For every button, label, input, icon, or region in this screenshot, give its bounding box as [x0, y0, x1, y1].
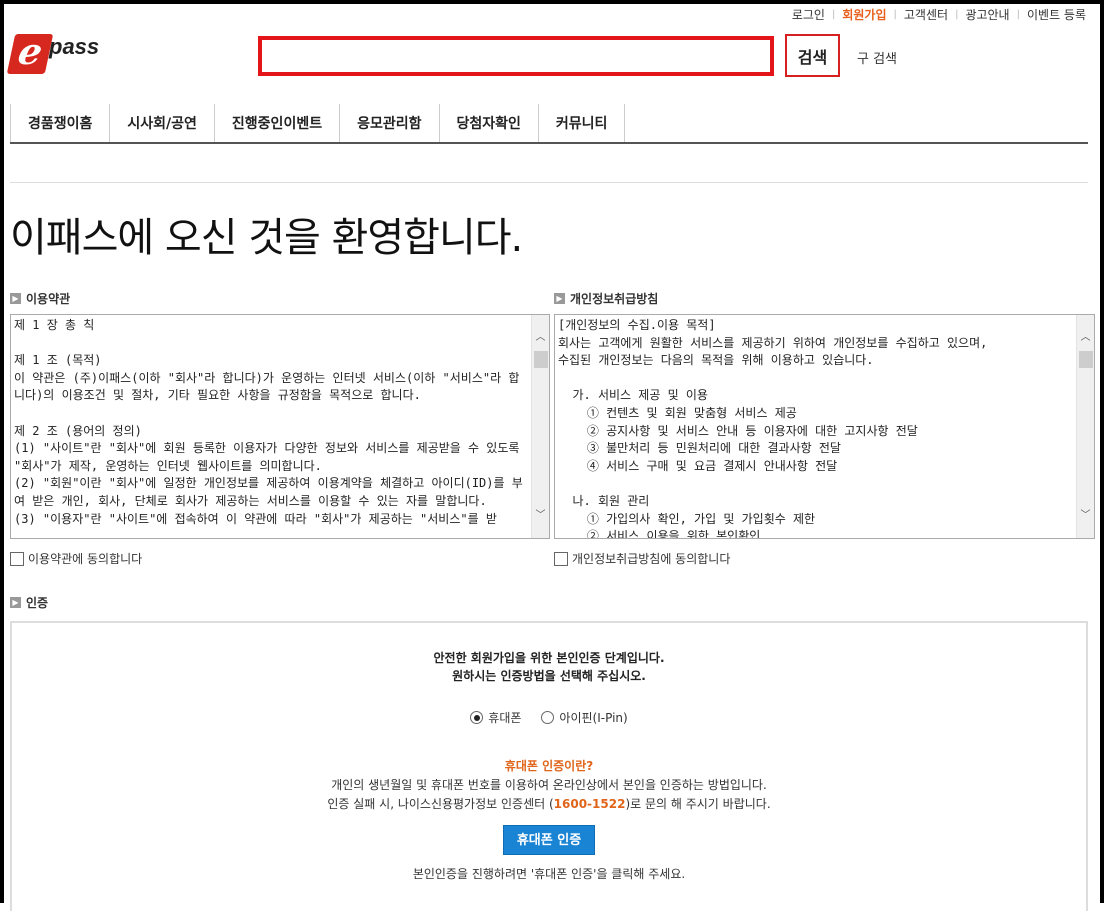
- privacy-title-label: 개인정보취급방침: [570, 292, 659, 306]
- privacy-agree-checkbox[interactable]: [554, 551, 568, 566]
- scroll-up-icon[interactable]: ︿: [532, 329, 549, 346]
- terms-agree-label: 이용약관에 동의합니다: [28, 552, 143, 566]
- arrow-bullet-icon: ▶: [10, 597, 21, 608]
- privacy-textarea[interactable]: [개인정보의 수집.이용 목적] 회사는 고객에게 원활한 서비스를 제공하기 …: [554, 314, 1095, 539]
- auth-desc-pre: 인증 실패 시, 나이스신용평가정보 인증센터 (: [327, 797, 554, 811]
- auth-method-options: 휴대폰 아이핀(I-Pin): [12, 709, 1086, 726]
- logo-wordmark: pass: [49, 34, 100, 59]
- search-button[interactable]: 검색: [785, 34, 840, 77]
- auth-guide-line1: 안전한 회원가입을 위한 본인인증 단계입니다.: [433, 651, 665, 665]
- scroll-thumb[interactable]: [534, 351, 548, 368]
- divider: |: [831, 9, 836, 20]
- privacy-text: [개인정보의 수집.이용 목적] 회사는 고객에게 원활한 서비스를 제공하기 …: [558, 318, 988, 538]
- divider: |: [893, 9, 897, 20]
- terms-text: 제 1 장 총 칙 제 1 조 (목적) 이 약관은 (주)이패스(이하 "회사…: [14, 318, 523, 526]
- nav-tab-community[interactable]: 커뮤니티: [537, 104, 626, 142]
- auth-guide-line2: 원하시는 인증방법을 선택해 주십시오.: [452, 669, 646, 683]
- logo-mark: e: [6, 31, 54, 74]
- epass-logo[interactable]: e pass: [6, 31, 121, 78]
- utility-links: 로그인 | 회원가입 | 고객센터 | 광고안내 | 이벤트 등록: [792, 6, 1086, 23]
- old-search-link[interactable]: 구 검색: [857, 48, 897, 67]
- login-link[interactable]: 로그인: [792, 6, 825, 23]
- nav-tab-entry-box[interactable]: 응모관리함: [339, 104, 438, 142]
- phone-auth-description: 개인의 생년월일 및 휴대폰 번호를 이용하여 온라인상에서 본인을 인증하는 …: [12, 776, 1086, 814]
- radio-selected-icon[interactable]: [470, 711, 484, 724]
- nav-tab-preview-show[interactable]: 시사회/공연: [109, 104, 214, 142]
- terms-agree-checkbox[interactable]: [10, 551, 24, 566]
- terms-scrollbar[interactable]: ︿ ﹀: [531, 315, 549, 538]
- scroll-thumb[interactable]: [1079, 351, 1093, 368]
- divider: [10, 182, 1088, 183]
- auth-desc-line1: 개인의 생년월일 및 휴대폰 번호를 이용하여 온라인상에서 본인을 인증하는 …: [331, 778, 767, 792]
- auth-option-phone[interactable]: 휴대폰: [470, 709, 521, 726]
- terms-title-label: 이용약관: [26, 292, 71, 306]
- auth-option-phone-label: 휴대폰: [488, 711, 522, 725]
- auth-option-ipin-label: 아이핀(I-Pin): [559, 711, 628, 725]
- phone-auth-button[interactable]: 휴대폰 인증: [502, 825, 596, 855]
- auth-panel: 안전한 회원가입을 위한 본인인증 단계입니다. 원하시는 인증방법을 선택해 …: [10, 621, 1088, 911]
- customer-center-link[interactable]: 고객센터: [904, 6, 948, 23]
- scroll-up-icon[interactable]: ︿: [1077, 329, 1094, 346]
- nav-tab-ongoing-events[interactable]: 진행중인이벤트: [213, 104, 339, 142]
- privacy-agree[interactable]: 개인정보취급방침에 동의합니다: [554, 550, 730, 567]
- auth-button-row: 휴대폰 인증: [12, 825, 1086, 855]
- divider: |: [1016, 9, 1020, 20]
- support-phone-number: 1600-1522: [553, 797, 626, 811]
- event-register-link[interactable]: 이벤트 등록: [1027, 6, 1086, 23]
- ad-info-link[interactable]: 광고안내: [965, 6, 1009, 23]
- terms-agree[interactable]: 이용약관에 동의합니다: [10, 550, 142, 567]
- search-input[interactable]: [258, 36, 774, 76]
- page-title: 이패스에 오신 것을 환영합니다.: [10, 215, 523, 261]
- terms-textarea[interactable]: 제 1 장 총 칙 제 1 조 (목적) 이 약관은 (주)이패스(이하 "회사…: [10, 314, 550, 539]
- nav-tab-winners[interactable]: 당첨자확인: [438, 104, 538, 142]
- main-nav: 경품쟁이홈 시사회/공연 진행중인이벤트 응모관리함 당첨자확인 커뮤니티: [10, 104, 1088, 144]
- radio-unselected-icon[interactable]: [541, 711, 555, 724]
- auth-guide: 안전한 회원가입을 위한 본인인증 단계입니다. 원하시는 인증방법을 선택해 …: [12, 649, 1086, 685]
- auth-note: 본인인증을 진행하려면 '휴대폰 인증'을 클릭해 주세요.: [412, 867, 686, 881]
- nav-tab-home[interactable]: 경품쟁이홈: [10, 104, 109, 142]
- divider: |: [955, 9, 959, 20]
- auth-section-title: ▶ 인증: [10, 594, 48, 611]
- privacy-section-title: ▶ 개인정보취급방침: [554, 290, 658, 307]
- signup-link[interactable]: 회원가입: [842, 6, 886, 23]
- phone-auth-heading: 휴대폰 인증이란?: [504, 759, 594, 773]
- arrow-bullet-icon: ▶: [10, 293, 21, 304]
- scroll-down-icon[interactable]: ﹀: [532, 507, 549, 524]
- scroll-down-icon[interactable]: ﹀: [1077, 507, 1094, 524]
- privacy-agree-label: 개인정보취급방침에 동의합니다: [572, 552, 731, 566]
- auth-title-label: 인증: [26, 596, 49, 610]
- arrow-bullet-icon: ▶: [554, 293, 565, 304]
- auth-desc-post: )로 문의 해 주시기 바랍니다.: [625, 797, 771, 811]
- privacy-scrollbar[interactable]: ︿ ﹀: [1076, 315, 1094, 538]
- terms-section-title: ▶ 이용약관: [10, 290, 70, 307]
- auth-option-ipin[interactable]: 아이핀(I-Pin): [541, 709, 628, 726]
- auth-desc-line2: 인증 실패 시, 나이스신용평가정보 인증센터 (1600-1522)로 문의 …: [12, 795, 1086, 814]
